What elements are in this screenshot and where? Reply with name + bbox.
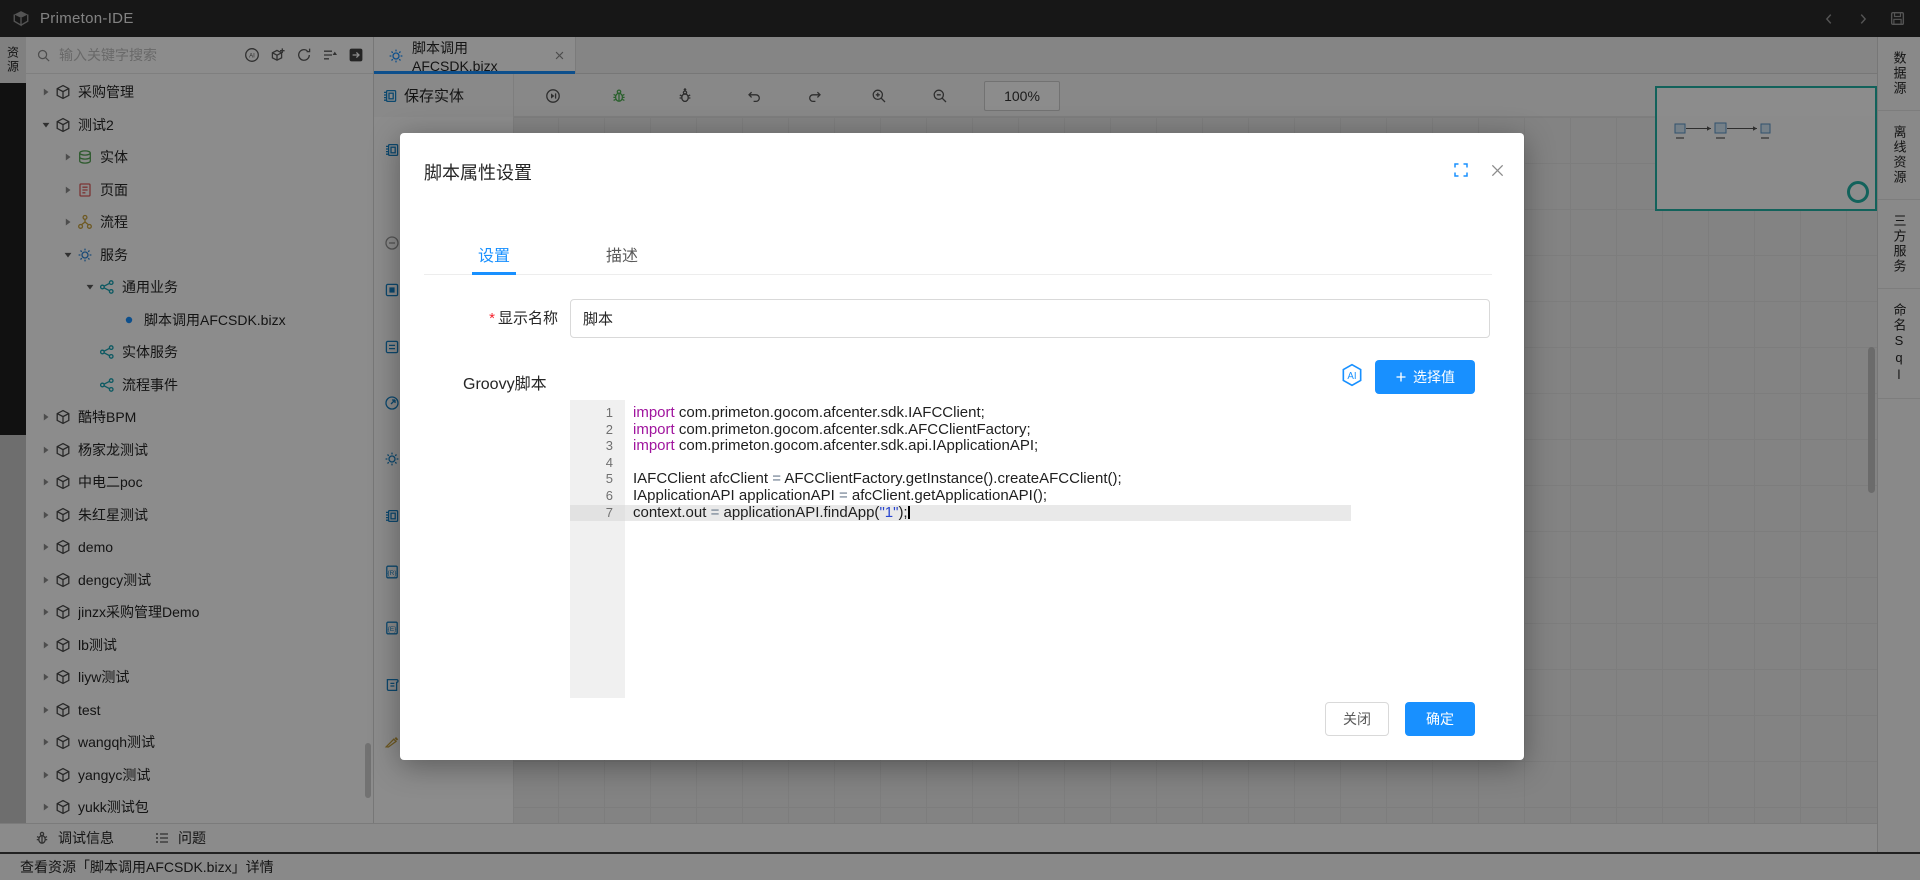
svg-text:AI: AI [1347, 371, 1356, 382]
line-number: 6 [570, 488, 625, 505]
line-number: 2 [570, 422, 625, 439]
display-name-field[interactable] [570, 299, 1490, 338]
line-number: 4 [570, 455, 625, 472]
tab-description[interactable]: 描述 [606, 233, 638, 274]
dialog-title: 脚本属性设置 [424, 159, 532, 185]
dialog-tabs: 设置 描述 [424, 233, 1492, 275]
text-cursor [908, 506, 910, 519]
required-asterisk: * [489, 310, 495, 327]
ai-assist-icon[interactable]: AI [1338, 361, 1366, 389]
plus-icon [1395, 371, 1407, 383]
fullscreen-icon[interactable] [1452, 161, 1470, 179]
groovy-code-editor[interactable]: 1234567 import com.primeton.gocom.afcent… [570, 400, 1490, 698]
ok-button[interactable]: 确定 [1405, 702, 1475, 736]
app-window: Primeton-IDE 资源 AI 采购管理测试2实体页面流程服务通用业务脚本… [0, 0, 1920, 880]
tab-settings[interactable]: 设置 [478, 233, 510, 274]
display-name-label: *显示名称 [400, 299, 558, 338]
line-number: 3 [570, 438, 625, 455]
code-lines[interactable]: import com.primeton.gocom.afcenter.sdk.I… [625, 400, 1490, 698]
script-properties-dialog: 脚本属性设置 设置 描述 *显示名称 Groovy脚本 AI 选择值 12345… [400, 133, 1524, 760]
code-line [625, 455, 1490, 472]
line-number: 5 [570, 471, 625, 488]
close-button[interactable]: 关闭 [1325, 702, 1389, 736]
code-line: context.out = applicationAPI.findApp("1"… [625, 505, 1490, 522]
code-line: import com.primeton.gocom.afcenter.sdk.a… [625, 438, 1490, 455]
line-number: 7 [570, 505, 625, 522]
code-line: import com.primeton.gocom.afcenter.sdk.A… [625, 422, 1490, 439]
line-number-gutter: 1234567 [570, 400, 625, 698]
code-line: IAFCClient afcClient = AFCClientFactory.… [625, 471, 1490, 488]
code-line: IApplicationAPI applicationAPI = afcClie… [625, 488, 1490, 505]
select-value-button[interactable]: 选择值 [1375, 360, 1475, 394]
code-line: import com.primeton.gocom.afcenter.sdk.I… [625, 405, 1490, 422]
groovy-script-label: Groovy脚本 [463, 370, 547, 394]
close-icon[interactable] [1488, 161, 1506, 179]
line-number: 1 [570, 405, 625, 422]
